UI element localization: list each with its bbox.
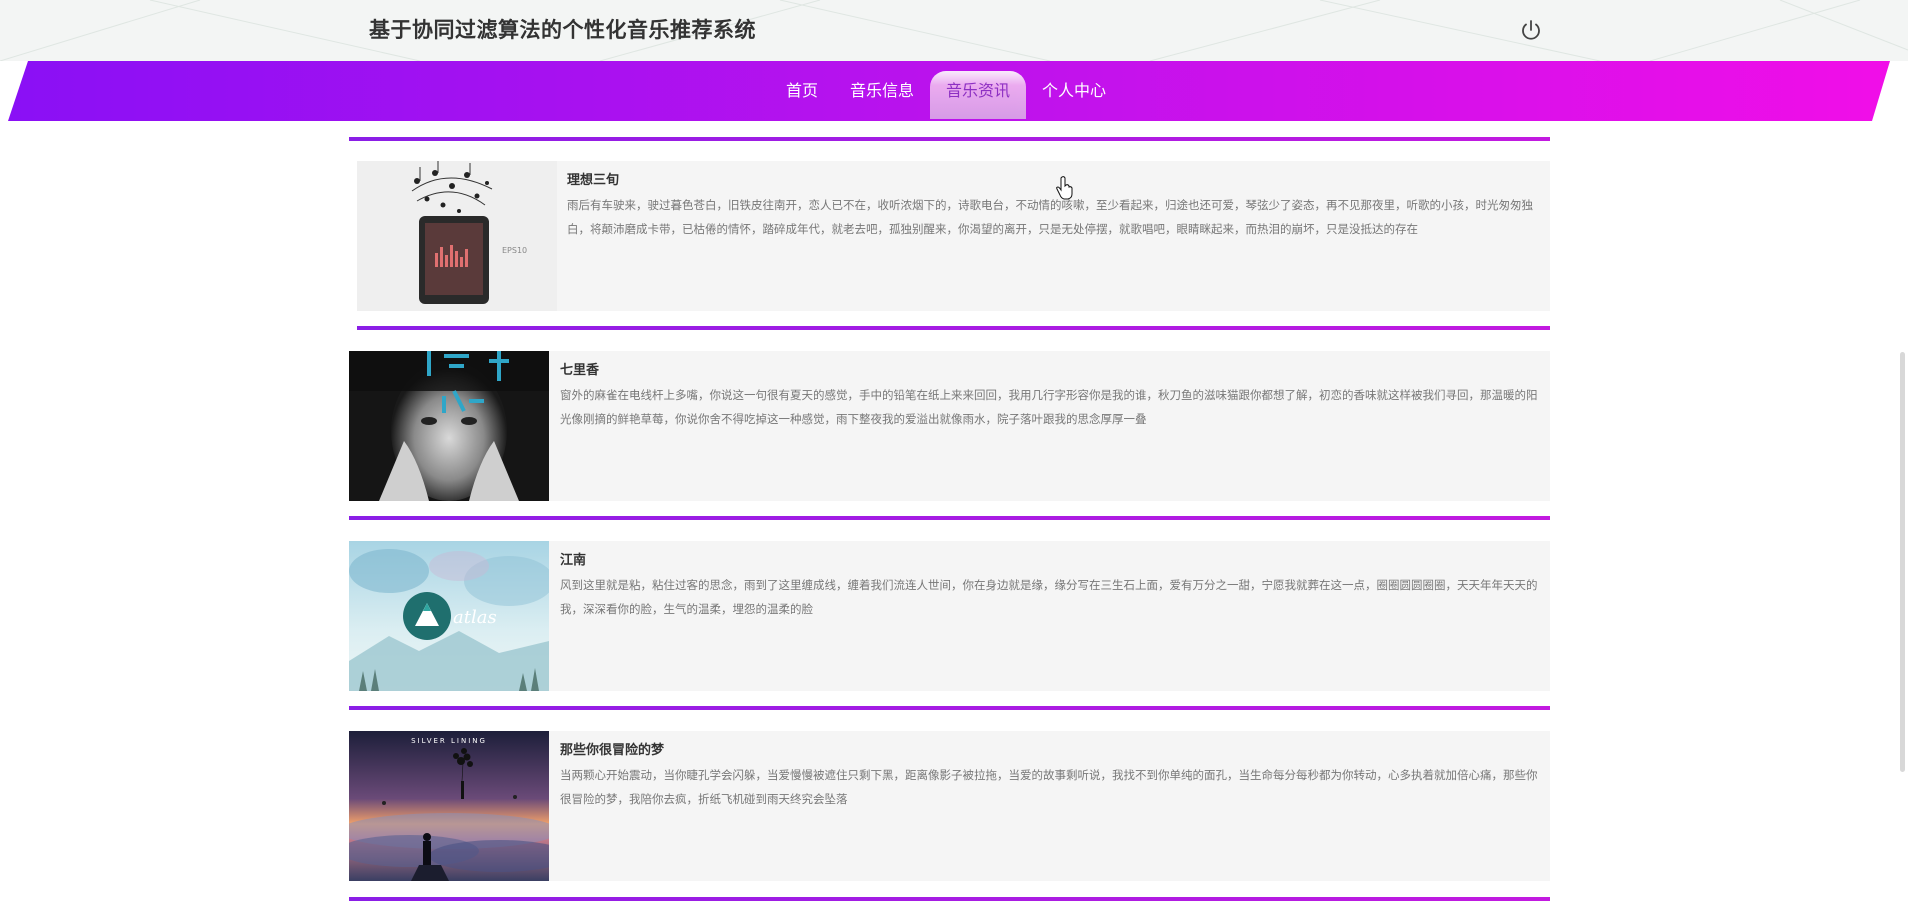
logout-button[interactable] [1518, 17, 1544, 43]
news-card[interactable]: 七里香 窗外的麻雀在电线杆上多嘴，你说这一句很有夏天的感觉，手中的铅笔在纸上来来… [349, 351, 1550, 501]
nav-music-info[interactable]: 音乐信息 [834, 71, 930, 119]
divider [349, 706, 1550, 710]
main-navigation: 首页 音乐信息 音乐资讯 个人中心 [0, 61, 1908, 121]
site-title: 基于协同过滤算法的个性化音乐推荐系统 [369, 18, 756, 42]
news-title[interactable]: 江南 [560, 549, 586, 568]
news-summary: 窗外的麻雀在电线杆上多嘴，你说这一句很有夏天的感觉，手中的铅笔在纸上来来回回，我… [560, 388, 1538, 426]
tablet-music-notes-image: EPS10 [357, 161, 557, 311]
nav-home[interactable]: 首页 [770, 71, 834, 119]
news-thumbnail: SILVER LINING [349, 731, 549, 881]
news-thumbnail [349, 351, 549, 501]
news-summary: 当两颗心开始震动，当你睫孔学会闪躲，当爱慢慢被遮住只剩下黑，距离像影子被拉拖，当… [560, 768, 1538, 806]
svg-text:EPS10: EPS10 [502, 246, 527, 255]
nav-personal-center[interactable]: 个人中心 [1026, 71, 1122, 119]
svg-text:atlas: atlas [453, 607, 497, 628]
news-card[interactable]: SILVER LINING 那些你很冒险的梦 当两颗心开始震动，当你睫孔学会闪躲… [349, 731, 1550, 881]
divider [349, 897, 1550, 901]
news-title[interactable]: 七里香 [560, 359, 599, 378]
nav-music-news[interactable]: 音乐资讯 [930, 71, 1027, 119]
svg-text:SILVER LINING: SILVER LINING [411, 737, 487, 745]
page-scrollbar[interactable] [1900, 352, 1905, 772]
news-card[interactable]: EPS10 理想三旬 雨后有车驶来，驶过暮色苍白，旧铁皮往南开，恋人已不在，收听… [357, 161, 1550, 311]
news-card[interactable]: atlas 江南 风到这里就是粘，粘住过客的思念，雨到了这里缠成线，缠着我们流连… [349, 541, 1550, 691]
news-thumbnail: atlas [349, 541, 549, 691]
divider [349, 516, 1550, 520]
header-background-pattern [0, 0, 1908, 61]
news-summary: 风到这里就是粘，粘住过客的思念，雨到了这里缠成线，缠着我们流连人世间，你在身边就… [560, 578, 1538, 616]
watercolor-mountain-image: atlas [349, 541, 549, 691]
news-summary: 雨后有车驶来，驶过暮色苍白，旧铁皮往南开，恋人已不在，收听浓烟下的，诗歌电台，不… [567, 198, 1533, 236]
divider [357, 326, 1550, 330]
silver-lining-sunset-image: SILVER LINING [349, 731, 549, 881]
top-header: 基于协同过滤算法的个性化音乐推荐系统 [0, 0, 1908, 61]
divider [349, 137, 1550, 141]
news-title[interactable]: 那些你很冒险的梦 [560, 739, 664, 758]
power-icon [1522, 20, 1540, 40]
news-title[interactable]: 理想三旬 [567, 169, 619, 188]
portrait-album-cover-image [349, 351, 549, 501]
news-thumbnail: EPS10 [357, 161, 557, 311]
hand-cursor-icon [1056, 176, 1073, 200]
